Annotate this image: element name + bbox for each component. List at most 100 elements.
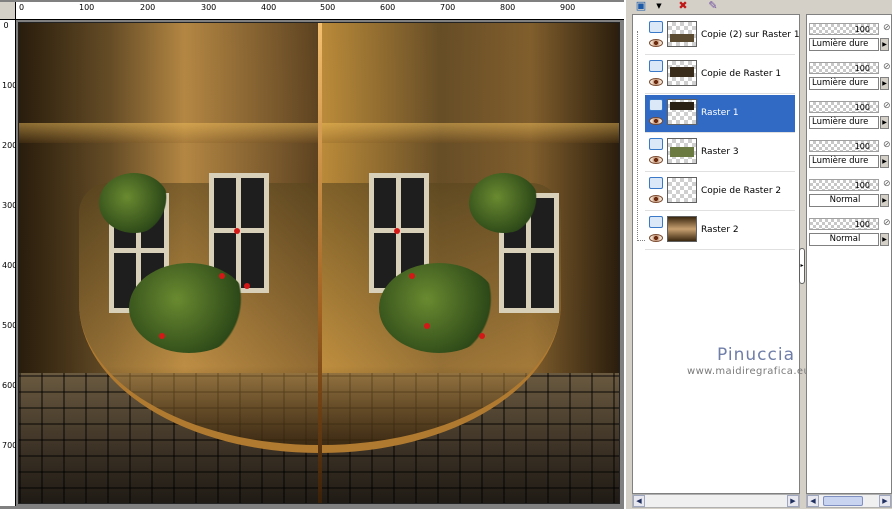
visibility-eye-icon[interactable] — [649, 234, 663, 242]
flower — [424, 323, 430, 329]
raster-layer-icon — [649, 138, 663, 150]
prop-row: 100 Normal ▶ ⊘ — [809, 177, 891, 215]
prop-row: 100 Lumière dure ▶ ⊘ — [809, 138, 891, 176]
ruler-h-label: 900 — [560, 3, 576, 12]
foliage — [99, 173, 169, 233]
link-icon[interactable]: ⊘ — [883, 218, 892, 230]
ruler-h-label: 400 — [261, 3, 277, 12]
blend-mode-select[interactable]: Lumière dure — [809, 77, 879, 90]
new-layer-icon[interactable]: ▣ — [632, 0, 650, 12]
layer-name: Copie (2) sur Raster 1 — [701, 30, 800, 40]
blend-mode-select[interactable]: Lumière dure — [809, 38, 879, 51]
scroll-left-arrow-icon[interactable]: ◀ — [633, 495, 645, 507]
layer-thumbnail — [667, 99, 697, 125]
ruler-corner — [0, 2, 16, 20]
flower — [394, 228, 400, 234]
flower — [234, 228, 240, 234]
layer-row[interactable]: Raster 3 — [645, 134, 795, 172]
layer-row[interactable]: Copie (2) sur Raster 1 — [645, 17, 800, 55]
raster-layer-icon — [649, 60, 663, 72]
link-icon[interactable]: ⊘ — [883, 179, 892, 191]
layer-row[interactable]: Copie de Raster 1 — [645, 56, 795, 94]
delete-layer-icon[interactable]: ✖ — [674, 0, 692, 12]
canvas-window: 0 100 200 300 400 500 600 700 800 900 0 … — [0, 0, 626, 509]
layer-thumbnail — [667, 138, 697, 164]
layer-name: Raster 3 — [701, 147, 739, 157]
layer-row[interactable]: Copie de Raster 2 — [645, 173, 795, 211]
layer-name: Copie de Raster 2 — [701, 186, 782, 196]
flower — [159, 333, 165, 339]
scrollbar-thumb[interactable] — [823, 496, 863, 506]
visibility-eye-icon[interactable] — [649, 117, 663, 125]
watermark-url: www.maidiregrafica.eu — [687, 366, 811, 377]
ruler-h-label: 200 — [140, 3, 156, 12]
ruler-h-label: 800 — [500, 3, 516, 12]
link-icon[interactable]: ⊘ — [883, 23, 892, 35]
raster-layer-icon — [649, 99, 663, 111]
layer-thumbnail — [667, 60, 697, 86]
opacity-slider[interactable]: 100 — [809, 179, 879, 191]
dropdown-arrow-icon[interactable]: ▼ — [650, 0, 668, 12]
ruler-v-label: 600 — [2, 381, 16, 390]
flower — [479, 333, 485, 339]
tree-connector — [637, 31, 645, 241]
blend-dropdown-arrow-icon[interactable]: ▶ — [880, 194, 889, 207]
pane-splitter[interactable]: ▸ — [799, 248, 805, 284]
blend-dropdown-arrow-icon[interactable]: ▶ — [880, 116, 889, 129]
scroll-right-arrow-icon[interactable]: ▶ — [879, 495, 891, 507]
blend-mode-select[interactable]: Lumière dure — [809, 155, 879, 168]
ruler-v-label: 200 — [2, 141, 16, 150]
blend-mode-select[interactable]: Normal — [809, 194, 879, 207]
horizontal-scrollbar-props[interactable]: ◀ ▶ — [806, 494, 892, 508]
layer-thumbnail — [667, 21, 697, 47]
flower — [244, 283, 250, 289]
opacity-slider[interactable]: 100 — [809, 140, 879, 152]
visibility-eye-icon[interactable] — [649, 39, 663, 47]
ruler-v-label: 0 — [3, 21, 9, 30]
ruler-h-label: 100 — [79, 3, 95, 12]
blend-mode-select[interactable]: Normal — [809, 233, 879, 246]
flower — [409, 273, 415, 279]
ruler-v-label: 300 — [2, 201, 16, 210]
layer-name: Raster 2 — [701, 225, 739, 235]
horizontal-scrollbar-tree[interactable]: ◀ ▶ — [632, 494, 800, 508]
image-canvas[interactable] — [18, 22, 620, 504]
ruler-v-label: 400 — [2, 261, 16, 270]
visibility-eye-icon[interactable] — [649, 156, 663, 164]
ruler-h-label: 0 — [19, 3, 25, 12]
scroll-left-arrow-icon[interactable]: ◀ — [807, 495, 819, 507]
layer-name: Raster 1 — [701, 108, 739, 118]
opacity-slider[interactable]: 100 — [809, 218, 879, 230]
opacity-slider[interactable]: 100 — [809, 62, 879, 74]
layer-row-selected[interactable]: Raster 1 — [645, 95, 795, 133]
link-icon[interactable]: ⊘ — [883, 140, 892, 152]
blend-dropdown-arrow-icon[interactable]: ▶ — [880, 155, 889, 168]
vertical-ruler: 0 100 200 300 400 500 600 700 — [0, 20, 16, 506]
scroll-right-arrow-icon[interactable]: ▶ — [787, 495, 799, 507]
link-icon[interactable]: ⊘ — [883, 101, 892, 113]
blend-dropdown-arrow-icon[interactable]: ▶ — [880, 38, 889, 51]
visibility-eye-icon[interactable] — [649, 195, 663, 203]
link-icon[interactable]: ⊘ — [883, 62, 892, 74]
raster-layer-icon — [649, 216, 663, 228]
opacity-slider[interactable]: 100 — [809, 101, 879, 113]
ruler-h-label: 700 — [440, 3, 456, 12]
foliage — [129, 263, 249, 353]
visibility-eye-icon[interactable] — [649, 78, 663, 86]
layer-properties: 100 Lumière dure ▶ ⊘ 100 Lumière dure ▶ … — [806, 14, 892, 494]
watermark-title: Pinuccia — [717, 345, 795, 365]
layer-row[interactable]: Raster 2 — [645, 212, 795, 250]
opacity-slider[interactable]: 100 — [809, 23, 879, 35]
blend-mode-select[interactable]: Lumière dure — [809, 116, 879, 129]
ruler-h-label: 600 — [380, 3, 396, 12]
foliage — [379, 263, 499, 353]
blend-dropdown-arrow-icon[interactable]: ▶ — [880, 77, 889, 90]
ruler-v-label: 500 — [2, 321, 16, 330]
prop-row: 100 Lumière dure ▶ ⊘ — [809, 99, 891, 137]
blend-dropdown-arrow-icon[interactable]: ▶ — [880, 233, 889, 246]
layer-tree: Copie (2) sur Raster 1 Copie de Raster 1… — [632, 14, 810, 494]
layer-thumbnail — [667, 216, 697, 242]
layer-properties-icon[interactable]: ✎ — [704, 0, 722, 12]
prop-row: 100 Lumière dure ▶ ⊘ — [809, 60, 891, 98]
ruler-v-label: 700 — [2, 441, 16, 450]
